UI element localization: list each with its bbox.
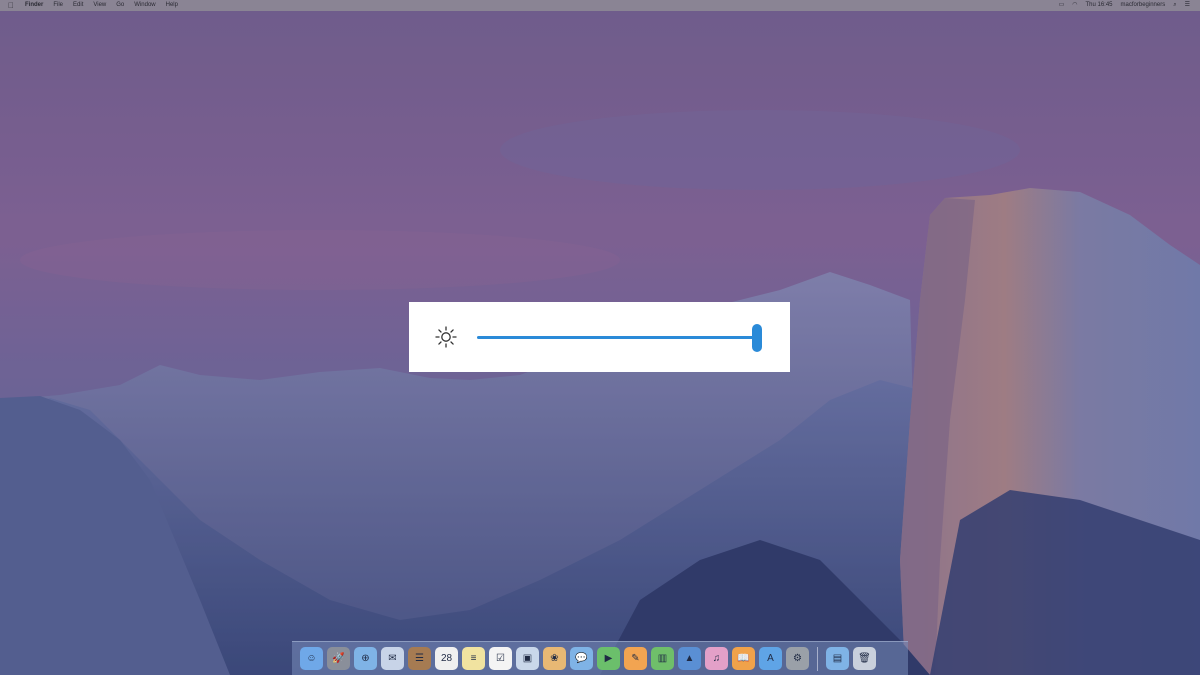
menu-finder[interactable]: Finder <box>20 0 48 11</box>
wifi-icon[interactable]: ◠ <box>1068 0 1081 11</box>
dock-launchpad-icon[interactable]: 🚀 <box>327 647 350 670</box>
dock-reminders-icon[interactable]: ☑ <box>489 647 512 670</box>
dock-safari-icon[interactable]: ⊕ <box>354 647 377 670</box>
dock-finder-icon[interactable]: ☺ <box>300 647 323 670</box>
dock-numbers-icon[interactable]: ▥ <box>651 647 674 670</box>
menu-view[interactable]: View <box>88 0 111 11</box>
brightness-hud <box>409 302 790 372</box>
menu-edit[interactable]: Edit <box>68 0 88 11</box>
menu-bar:  Finder File Edit View Go Window Help ▭… <box>0 0 1200 11</box>
dock-calendar-icon[interactable]: 28 <box>435 647 458 670</box>
dock-pages-icon[interactable]: ✎ <box>624 647 647 670</box>
menu-user[interactable]: macforbeginners <box>1117 0 1170 11</box>
notification-center-icon[interactable]: ☰ <box>1181 0 1194 11</box>
dock-downloads-folder-icon[interactable]: ▤ <box>826 647 849 670</box>
dock-notes-icon[interactable]: ≡ <box>462 647 485 670</box>
dock-trash-icon[interactable]: 🗑 <box>853 647 876 670</box>
menu-go[interactable]: Go <box>111 0 129 11</box>
menu-extras: ▭ ◠ Thu 16:45 macforbeginners ⌕ ☰ <box>1055 0 1200 11</box>
apple-menu-icon[interactable]:  <box>0 0 20 11</box>
brightness-sun-icon <box>435 326 457 348</box>
menu-clock[interactable]: Thu 16:45 <box>1082 0 1117 11</box>
dock-keynote-icon[interactable]: ▲ <box>678 647 701 670</box>
dock-separator <box>817 646 818 671</box>
display-icon[interactable]: ▭ <box>1055 0 1069 11</box>
brightness-slider-knob[interactable] <box>752 324 762 352</box>
menu-help[interactable]: Help <box>161 0 183 11</box>
dock: ☺ 🚀 ⊕ ✉ ☰ 28 ≡ ☑ ▣ ❀ 💬 ▶ ✎ ▥ ▲ ♫ 📖 A ⚙ ▤ 🗑 <box>292 641 908 675</box>
dock-system-preferences-icon[interactable]: ⚙ <box>786 647 809 670</box>
brightness-slider[interactable] <box>477 324 762 352</box>
dock-contacts-icon[interactable]: ☰ <box>408 647 431 670</box>
brightness-level-fill <box>477 336 759 339</box>
dock-facetime-icon[interactable]: ▶ <box>597 647 620 670</box>
dock-photos-icon[interactable]: ❀ <box>543 647 566 670</box>
menu-window[interactable]: Window <box>129 0 160 11</box>
dock-preview-icon[interactable]: ▣ <box>516 647 539 670</box>
dock-app-store-icon[interactable]: A <box>759 647 782 670</box>
spotlight-search-icon[interactable]: ⌕ <box>1169 0 1180 11</box>
menu-file[interactable]: File <box>48 0 68 11</box>
dock-messages-icon[interactable]: 💬 <box>570 647 593 670</box>
dock-itunes-icon[interactable]: ♫ <box>705 647 728 670</box>
dock-ibooks-icon[interactable]: 📖 <box>732 647 755 670</box>
dock-mail-icon[interactable]: ✉ <box>381 647 404 670</box>
